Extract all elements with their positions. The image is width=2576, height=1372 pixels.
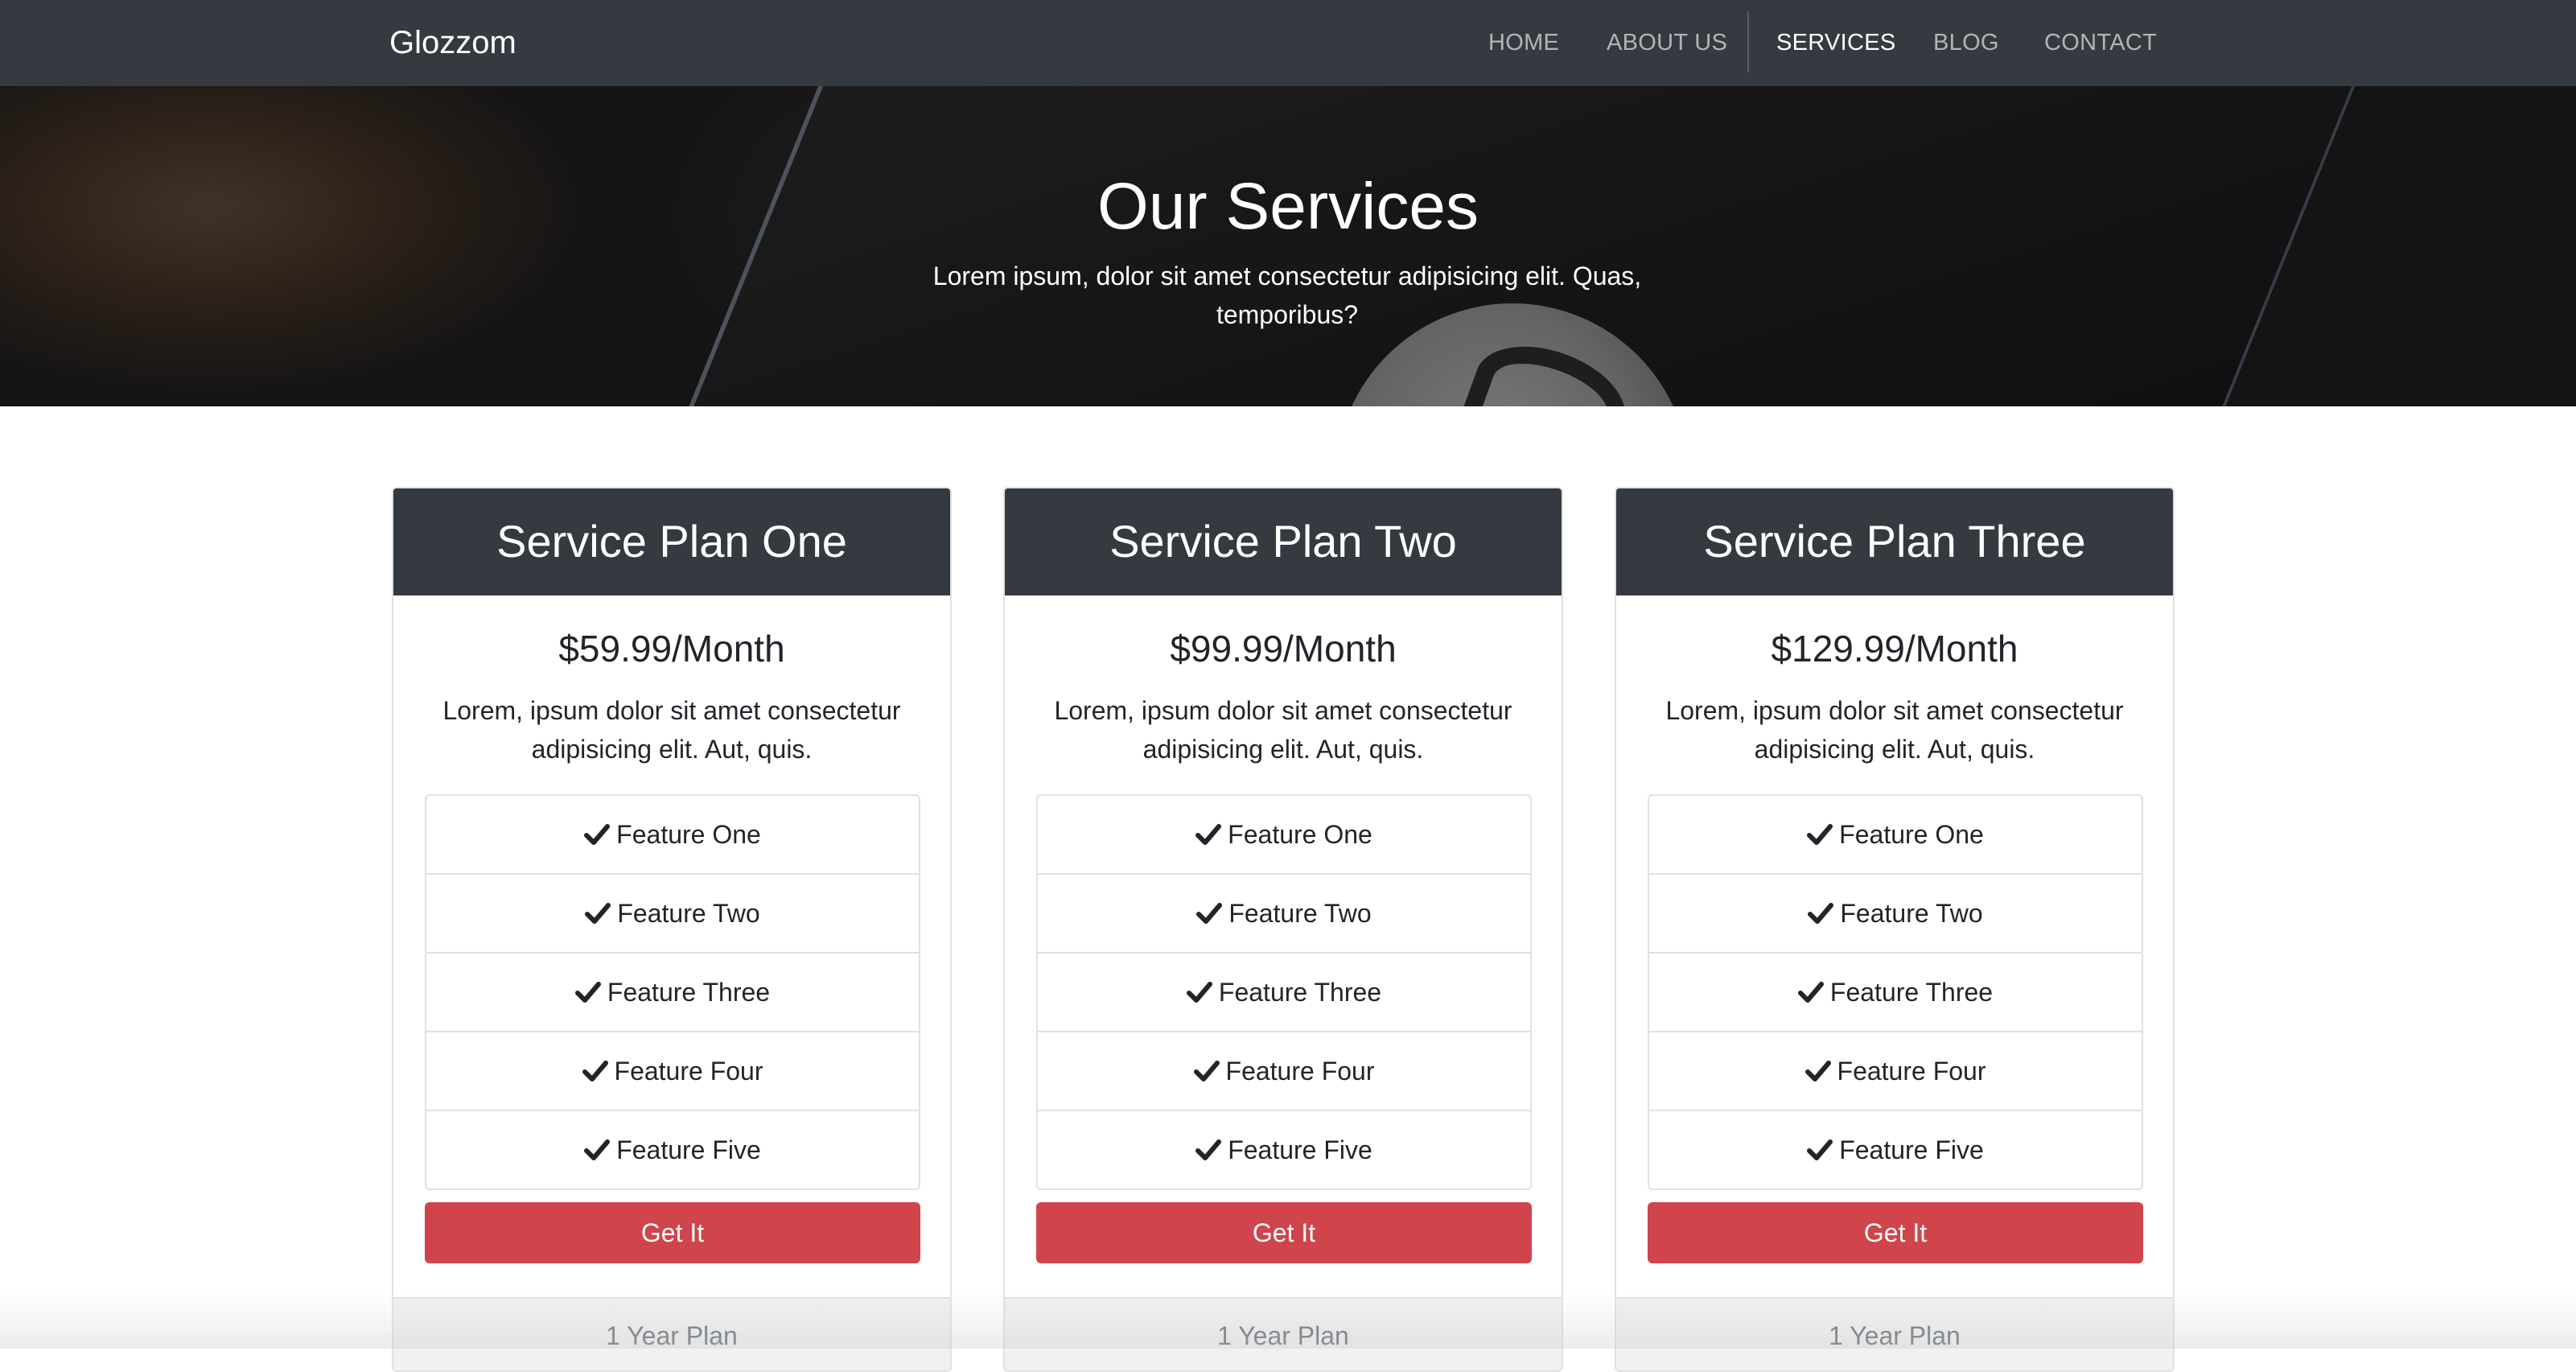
check-icon bbox=[1797, 981, 1824, 1003]
check-icon bbox=[1807, 823, 1833, 845]
check-icon bbox=[1193, 1060, 1220, 1082]
list-item: Feature Four bbox=[1649, 1031, 2142, 1110]
list-item: Feature Three bbox=[1038, 952, 1530, 1031]
check-icon bbox=[1196, 902, 1223, 924]
plan-duration: 1 Year Plan bbox=[606, 1321, 738, 1350]
feature-label: Feature Two bbox=[617, 899, 760, 928]
list-item: Feature Three bbox=[1649, 952, 2142, 1031]
plan-duration: 1 Year Plan bbox=[1217, 1321, 1349, 1350]
list-item: Feature One bbox=[1649, 796, 2142, 873]
nav-link-blog[interactable]: BLOG bbox=[1933, 26, 1999, 60]
feature-label: Feature Five bbox=[1228, 1135, 1372, 1164]
card-header: Service Plan Three bbox=[1616, 488, 2173, 595]
plan-title: Service Plan One bbox=[496, 516, 847, 567]
plan-price: $99.99/Month bbox=[1170, 628, 1397, 670]
list-item: Feature Five bbox=[426, 1110, 919, 1189]
feature-label: Feature Five bbox=[616, 1135, 761, 1164]
list-item: Feature Four bbox=[1038, 1031, 1530, 1110]
feature-label: Feature Five bbox=[1839, 1135, 1984, 1164]
plan-duration: 1 Year Plan bbox=[1829, 1321, 1961, 1350]
card-header: Service Plan Two bbox=[1005, 488, 1562, 595]
feature-label: Feature One bbox=[1839, 820, 1984, 849]
plan-card-two: Service Plan Two $99.99/Month Lorem, ips… bbox=[1003, 487, 1563, 1372]
card-footer: 1 Year Plan bbox=[1005, 1297, 1562, 1370]
feature-label: Feature Four bbox=[1837, 1057, 1986, 1086]
nav-link-services[interactable]: SERVICES bbox=[1776, 26, 1896, 60]
feature-list: Feature One Feature Two Feature Three Fe… bbox=[1036, 794, 1532, 1190]
get-it-button[interactable]: Get It bbox=[1036, 1202, 1532, 1263]
nav-link-about-us[interactable]: ABOUT US bbox=[1607, 26, 1727, 60]
check-icon bbox=[584, 823, 611, 845]
check-icon bbox=[1808, 902, 1834, 924]
feature-label: Feature Four bbox=[1225, 1057, 1375, 1086]
feature-label: Feature One bbox=[1228, 820, 1372, 849]
plan-description: Lorem, ipsum dolor sit amet consectetur … bbox=[1665, 696, 2124, 764]
card-footer: 1 Year Plan bbox=[393, 1297, 950, 1370]
nav-active-divider bbox=[1747, 11, 1749, 72]
plan-description: Lorem, ipsum dolor sit amet consectetur … bbox=[442, 696, 901, 764]
feature-label: Feature Three bbox=[1218, 978, 1382, 1007]
nav-link-home[interactable]: HOME bbox=[1488, 26, 1559, 60]
check-icon bbox=[1804, 1060, 1831, 1082]
list-item: Feature Three bbox=[426, 952, 919, 1031]
brand-logo[interactable]: Glozzom bbox=[389, 23, 516, 63]
list-item: Feature Two bbox=[1038, 873, 1530, 952]
list-item: Feature Five bbox=[1649, 1110, 2142, 1189]
list-item: Feature One bbox=[426, 796, 919, 873]
check-icon bbox=[1186, 981, 1212, 1003]
feature-label: Feature Two bbox=[1228, 899, 1372, 928]
check-icon bbox=[584, 1139, 611, 1160]
list-item: Feature Two bbox=[1649, 873, 2142, 952]
plan-price: $59.99/Month bbox=[558, 628, 785, 670]
nav-link-contact[interactable]: CONTACT bbox=[2044, 26, 2157, 60]
list-item: Feature Two bbox=[426, 873, 919, 952]
feature-list: Feature One Feature Two Feature Three Fe… bbox=[425, 794, 920, 1190]
page-header-hero: Our Services Lorem ipsum, dolor sit amet… bbox=[0, 86, 2576, 406]
check-icon bbox=[574, 981, 601, 1003]
list-item: Feature Five bbox=[1038, 1110, 1530, 1189]
feature-list: Feature One Feature Two Feature Three Fe… bbox=[1648, 794, 2143, 1190]
plan-card-three: Service Plan Three $129.99/Month Lorem, … bbox=[1615, 487, 2175, 1372]
plan-price: $129.99/Month bbox=[1771, 628, 2018, 670]
plan-card-one: Service Plan One $59.99/Month Lorem, ips… bbox=[392, 487, 952, 1372]
feature-label: Feature Three bbox=[1829, 978, 1994, 1007]
check-icon bbox=[1807, 1139, 1833, 1160]
get-it-button[interactable]: Get It bbox=[425, 1202, 920, 1263]
hero-subtitle: Lorem ipsum, dolor sit amet consectetur … bbox=[932, 262, 1642, 329]
top-navbar: Glozzom HOME ABOUT US SERVICES BLOG CONT… bbox=[0, 0, 2576, 86]
feature-label: Feature Three bbox=[607, 978, 771, 1007]
plan-description: Lorem, ipsum dolor sit amet consectetur … bbox=[1054, 696, 1512, 764]
check-icon bbox=[585, 902, 611, 924]
feature-label: Feature One bbox=[616, 820, 761, 849]
check-icon bbox=[1195, 823, 1222, 845]
check-icon bbox=[1195, 1139, 1222, 1160]
list-item: Feature One bbox=[1038, 796, 1530, 873]
check-icon bbox=[582, 1060, 608, 1082]
page-title: Our Services bbox=[1097, 170, 1479, 243]
list-item: Feature Four bbox=[426, 1031, 919, 1110]
card-header: Service Plan One bbox=[393, 488, 950, 595]
card-footer: 1 Year Plan bbox=[1616, 1297, 2173, 1370]
get-it-button[interactable]: Get It bbox=[1648, 1202, 2143, 1263]
feature-label: Feature Four bbox=[614, 1057, 763, 1086]
feature-label: Feature Two bbox=[1840, 899, 1983, 928]
plan-title: Service Plan Two bbox=[1109, 516, 1457, 567]
plan-title: Service Plan Three bbox=[1703, 516, 2086, 567]
